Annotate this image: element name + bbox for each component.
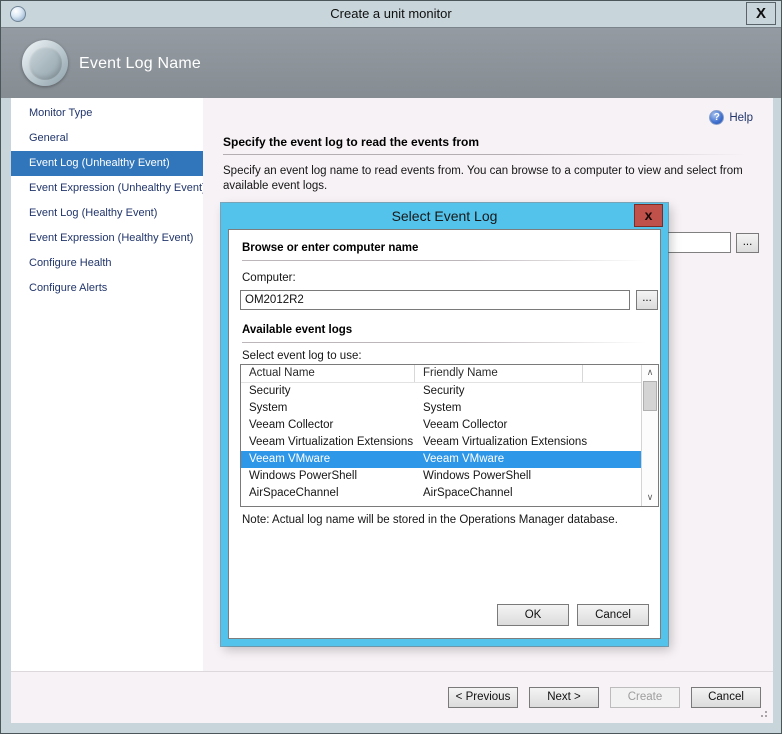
resize-grip[interactable] (758, 708, 767, 717)
cell-friendly: Windows PowerShell (423, 470, 532, 482)
help-icon: ? (709, 110, 725, 125)
page-heading: Specify the event log to read the events… (223, 135, 480, 149)
scrollbar-down-icon[interactable]: ∨ (642, 490, 658, 506)
dialog-body: Browse or enter computer name Computer: … (228, 229, 661, 639)
computer-browse-button[interactable]: ... (636, 290, 658, 310)
wizard-header: Event Log Name (1, 27, 781, 98)
list-header-row: Actual Name Friendly Name (241, 365, 641, 383)
section-divider (242, 260, 646, 261)
dialog-title: Select Event Log (391, 208, 498, 224)
dialog-titlebar: Select Event Log x (221, 203, 668, 229)
scrollbar-track[interactable] (642, 381, 658, 490)
wizard-step-title: Event Log Name (79, 54, 201, 72)
event-log-list-columns: Actual Name Friendly Name Security Secur… (241, 365, 641, 506)
cell-actual: Veeam Collector (249, 419, 334, 431)
sidebar-item-configure-health[interactable]: Configure Health (11, 251, 203, 276)
scrollbar-thumb[interactable] (643, 381, 657, 411)
sidebar-item-general[interactable]: General (11, 126, 203, 151)
cell-friendly: Veeam VMware (423, 453, 505, 465)
heading-divider (223, 154, 748, 155)
list-scrollbar[interactable]: ∧ ∨ (641, 365, 658, 506)
help-label: Help (729, 111, 753, 124)
wizard-steps-sidebar: Monitor Type General Event Log (Unhealth… (11, 98, 206, 671)
log-name-browse-button[interactable]: ... (736, 233, 759, 253)
list-item-veeam-virtualization-extensions[interactable]: Veeam Virtualization Extensions Veeam Vi… (241, 434, 641, 451)
ok-button[interactable]: OK (497, 604, 569, 626)
cell-actual: Veeam VMware (249, 453, 331, 465)
help-link[interactable]: ? Help (709, 110, 753, 125)
cell-friendly: System (423, 402, 462, 414)
wizard-footer: < Previous Next > Create Cancel (11, 671, 773, 723)
select-event-log-dialog: Select Event Log x Browse or enter compu… (221, 203, 668, 646)
wizard-step-icon-inner (28, 46, 62, 80)
sidebar-item-monitor-type[interactable]: Monitor Type (11, 101, 203, 126)
window-close-button[interactable]: X (746, 2, 776, 25)
computer-label: Computer: (242, 272, 296, 284)
list-item-windows-powershell[interactable]: Windows PowerShell Windows PowerShell (241, 468, 641, 485)
cell-friendly: AirSpaceChannel (423, 487, 513, 499)
window-title: Create a unit monitor (330, 6, 452, 21)
section-divider (242, 342, 646, 343)
sidebar-item-event-expression-unhealthy[interactable]: Event Expression (Unhealthy Event) (11, 176, 206, 201)
wizard-step-icon (22, 40, 68, 86)
cell-actual: AirSpaceChannel (249, 487, 339, 499)
cell-actual: Security (249, 385, 291, 397)
next-button[interactable]: Next > (529, 687, 599, 708)
sidebar-item-event-log-healthy[interactable]: Event Log (Healthy Event) (11, 201, 203, 226)
column-header-friendly-name[interactable]: Friendly Name (415, 365, 583, 382)
cell-friendly: Veeam Virtualization Extensions (423, 436, 588, 448)
list-item-veeam-collector[interactable]: Veeam Collector Veeam Collector (241, 417, 641, 434)
cell-friendly: Veeam Collector (423, 419, 508, 431)
browse-section-heading: Browse or enter computer name (242, 242, 419, 254)
cell-actual: Veeam Virtualization Extensions (249, 436, 414, 448)
dialog-cancel-button[interactable]: Cancel (577, 604, 649, 626)
cell-actual: Windows PowerShell (249, 470, 358, 482)
scrollbar-up-icon[interactable]: ∧ (642, 365, 658, 381)
event-log-list: Actual Name Friendly Name Security Secur… (240, 364, 659, 507)
dialog-close-button[interactable]: x (634, 204, 663, 227)
cell-actual: System (249, 402, 288, 414)
list-item-system[interactable]: System System (241, 400, 641, 417)
list-item-airspacechannel[interactable]: AirSpaceChannel AirSpaceChannel (241, 485, 641, 502)
list-item-veeam-vmware[interactable]: Veeam VMware Veeam VMware (241, 451, 641, 468)
sidebar-item-configure-alerts[interactable]: Configure Alerts (11, 276, 203, 301)
computer-input[interactable] (240, 290, 630, 310)
column-header-actual-name[interactable]: Actual Name (241, 365, 415, 382)
window-titlebar: Create a unit monitor X (1, 1, 781, 27)
column-header-spacer (583, 365, 641, 382)
cell-friendly: Security (423, 385, 465, 397)
create-button: Create (610, 687, 680, 708)
dialog-note: Note: Actual log name will be stored in … (242, 514, 618, 526)
sidebar-item-event-log-unhealthy[interactable]: Event Log (Unhealthy Event) (11, 151, 203, 176)
previous-button[interactable]: < Previous (448, 687, 518, 708)
page-description: Specify an event log name to read events… (223, 165, 743, 192)
logs-section-heading: Available event logs (242, 324, 353, 336)
list-item-security[interactable]: Security Security (241, 383, 641, 400)
cancel-button[interactable]: Cancel (691, 687, 761, 708)
sidebar-item-event-expression-healthy[interactable]: Event Expression (Healthy Event) (11, 226, 203, 251)
select-log-label: Select event log to use: (242, 350, 362, 362)
create-unit-monitor-window: Create a unit monitor X Event Log Name M… (0, 0, 782, 734)
